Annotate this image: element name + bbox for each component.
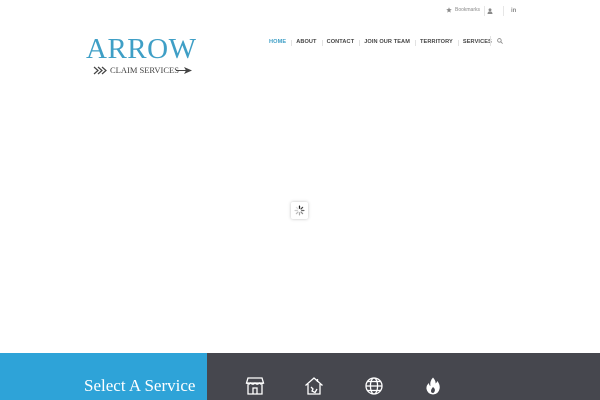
- storefront-icon[interactable]: [245, 376, 265, 396]
- top-separator: [503, 6, 504, 16]
- nav-item-territory[interactable]: TERRITORY: [414, 39, 458, 46]
- nav-divider: [490, 36, 491, 46]
- spinner-icon: [294, 205, 305, 216]
- globe-icon[interactable]: [364, 376, 384, 396]
- main-navigation: HOME ABOUT CONTACT JOIN OUR TEAM TERRITO…: [264, 36, 497, 48]
- nav-item-about[interactable]: ABOUT: [291, 39, 321, 46]
- fire-icon[interactable]: [423, 376, 443, 396]
- user-icon: [487, 8, 493, 14]
- logo-wordmark: ARROW: [86, 33, 197, 65]
- linkedin-link[interactable]: in: [511, 8, 516, 14]
- account-link[interactable]: [487, 8, 493, 14]
- logo-tagline: CLAIM SERVICES: [86, 64, 204, 78]
- bookmarks-link[interactable]: Bookmarks: [446, 7, 480, 13]
- top-separator: [484, 6, 485, 16]
- logo-subtitle: CLAIM SERVICES: [110, 65, 179, 75]
- top-utility-bar: Bookmarks in: [0, 0, 600, 24]
- search-icon[interactable]: [497, 38, 503, 44]
- nav-item-join-our-team[interactable]: JOIN OUR TEAM: [359, 39, 415, 46]
- nav-item-home[interactable]: HOME: [264, 39, 291, 45]
- house-damage-icon[interactable]: [304, 376, 324, 396]
- linkedin-icon: in: [511, 8, 517, 14]
- select-service-title: Select A Service: [84, 376, 196, 395]
- star-icon: [446, 7, 452, 13]
- loading-indicator: [291, 202, 308, 219]
- nav-item-services[interactable]: SERVICES: [457, 39, 497, 46]
- site-logo[interactable]: ARROW CLAIM SERVICES: [86, 35, 204, 77]
- nav-item-contact[interactable]: CONTACT: [321, 39, 360, 46]
- bookmarks-label: Bookmarks: [455, 7, 481, 13]
- service-band-right: [207, 353, 600, 400]
